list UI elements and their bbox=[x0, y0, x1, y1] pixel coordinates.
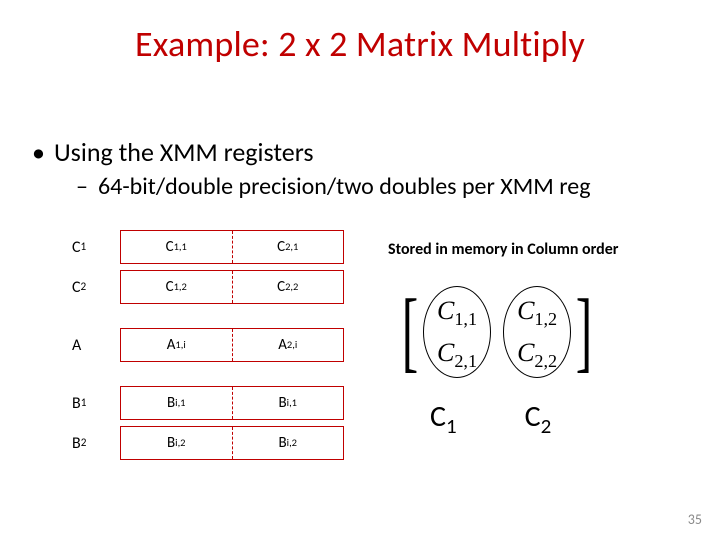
reg-box-b1: Bi,1 Bi,1 bbox=[120, 386, 344, 420]
reg-c1-right: C2,1 bbox=[233, 231, 344, 263]
memory-order-note: Stored in memory in Column order bbox=[388, 240, 618, 259]
column-labels: C1 C2 bbox=[430, 398, 551, 435]
matrix-c11-sub: 1,1 bbox=[454, 309, 477, 329]
reg-c2-left-base: C bbox=[166, 278, 174, 296]
matrix-col-1: C1,1 C2,1 bbox=[431, 290, 483, 374]
matrix-c12-base: C bbox=[517, 296, 534, 325]
reg-label-c2: C2 bbox=[72, 270, 120, 304]
page-number: 35 bbox=[688, 511, 702, 528]
matrix-c22-base: C bbox=[517, 338, 534, 367]
register-diagram: C1 C1,1 C2,1 C2 C1,2 C2,2 bbox=[72, 230, 344, 466]
col-label-c2: C2 bbox=[525, 398, 552, 435]
col-label-c1: C1 bbox=[430, 398, 457, 435]
matrix-c22: C2,2 bbox=[517, 338, 557, 368]
matrix-col-2: C1,2 C2,2 bbox=[511, 290, 563, 374]
reg-label-b1-base: B bbox=[72, 394, 81, 413]
reg-box-b2: Bi,2 Bi,2 bbox=[120, 426, 344, 460]
reg-label-b2: B2 bbox=[72, 426, 120, 460]
col-label-c2-sub: 2 bbox=[541, 413, 552, 439]
reg-label-c1-base: C bbox=[72, 238, 81, 257]
bullet-l2: 64-bit/double precision/two doubles per … bbox=[76, 172, 688, 201]
bullet-l1: Using the XMM registers bbox=[32, 136, 688, 168]
reg-label-c1: C1 bbox=[72, 230, 120, 264]
matrix-c22-sub: 2,2 bbox=[534, 351, 557, 371]
reg-row-a: A A1,i A2,i bbox=[72, 328, 344, 362]
matrix-columns: C1,1 C2,1 C1,2 C2,2 bbox=[425, 290, 569, 374]
slide-title: Example: 2 x 2 Matrix Multiply bbox=[0, 22, 720, 66]
col-label-c1-sub: 1 bbox=[446, 413, 457, 439]
matrix-c21-base: C bbox=[437, 338, 454, 367]
reg-gap-2 bbox=[72, 368, 344, 386]
bracket-left-icon: [ bbox=[402, 292, 418, 372]
reg-c2-right: C2,2 bbox=[233, 271, 344, 303]
reg-row-c2: C2 C1,2 C2,2 bbox=[72, 270, 344, 304]
reg-c1-right-base: C bbox=[277, 238, 285, 256]
col-label-c1-base: C bbox=[430, 398, 446, 435]
reg-b1-right: Bi,1 bbox=[233, 387, 344, 419]
reg-box-c1: C1,1 C2,1 bbox=[120, 230, 344, 264]
reg-label-a: A bbox=[72, 328, 120, 362]
reg-c1-left-base: C bbox=[166, 238, 174, 256]
bracket-right-icon: ] bbox=[576, 292, 592, 372]
matrix-c21-sub: 2,1 bbox=[454, 351, 477, 371]
reg-row-b1: B1 Bi,1 Bi,1 bbox=[72, 386, 344, 420]
reg-b2-right: Bi,2 bbox=[233, 427, 344, 459]
reg-label-b2-base: B bbox=[72, 434, 81, 453]
matrix-c12: C1,2 bbox=[517, 296, 557, 326]
slide: Example: 2 x 2 Matrix Multiply Using the… bbox=[0, 0, 720, 540]
matrix-c11-base: C bbox=[437, 296, 454, 325]
reg-a-right: A2,i bbox=[233, 329, 344, 361]
reg-b2-right-base: B bbox=[278, 434, 286, 452]
reg-a-right-base: A bbox=[278, 336, 287, 354]
reg-box-c2: C1,2 C2,2 bbox=[120, 270, 344, 304]
reg-label-c2-base: C bbox=[72, 278, 81, 297]
reg-c1-left: C1,1 bbox=[121, 231, 233, 263]
reg-label-a-base: A bbox=[72, 336, 81, 355]
matrix-c: [ C1,1 C2,1 C1,2 C2,2 ] bbox=[395, 290, 599, 374]
reg-b2-left: Bi,2 bbox=[121, 427, 233, 459]
reg-b1-right-base: B bbox=[278, 394, 286, 412]
reg-gap-1 bbox=[72, 310, 344, 328]
matrix-c12-sub: 1,2 bbox=[534, 309, 557, 329]
col-label-c2-base: C bbox=[525, 398, 541, 435]
matrix-c11: C1,1 bbox=[437, 296, 477, 326]
reg-box-a: A1,i A2,i bbox=[120, 328, 344, 362]
reg-row-c1: C1 C1,1 C2,1 bbox=[72, 230, 344, 264]
reg-c2-right-base: C bbox=[277, 278, 285, 296]
reg-b2-left-base: B bbox=[167, 434, 175, 452]
reg-label-b1: B1 bbox=[72, 386, 120, 420]
reg-a-left: A1,i bbox=[121, 329, 233, 361]
reg-b1-left: Bi,1 bbox=[121, 387, 233, 419]
reg-b1-left-base: B bbox=[167, 394, 175, 412]
matrix-c21: C2,1 bbox=[437, 338, 477, 368]
reg-c2-left: C1,2 bbox=[121, 271, 233, 303]
bullet-list: Using the XMM registers 64-bit/double pr… bbox=[32, 136, 688, 201]
reg-a-left-base: A bbox=[167, 336, 176, 354]
reg-row-b2: B2 Bi,2 Bi,2 bbox=[72, 426, 344, 460]
